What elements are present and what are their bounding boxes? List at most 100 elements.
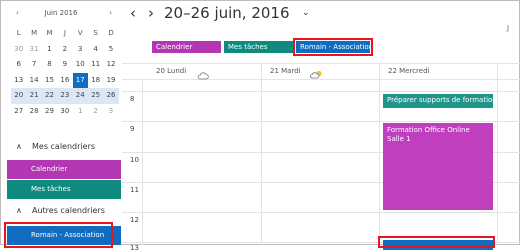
calendar-main: ‹ › 20–26 juin, 2016 ⌄ J Calendrier Mes … [122, 0, 520, 252]
chevron-down-icon[interactable]: ⌄ [302, 8, 310, 18]
mini-day[interactable]: 1 [42, 42, 57, 58]
mini-day[interactable]: 10 [73, 57, 88, 73]
hour-label: 9 [130, 125, 135, 133]
mini-day[interactable]: 7 [26, 57, 41, 73]
date-range-title[interactable]: 20–26 juin, 2016 [164, 4, 290, 22]
chevron-up-icon[interactable]: ∧ [16, 142, 22, 151]
mini-day[interactable]: 27 [11, 104, 26, 120]
time-grid: 8 9 10 11 12 13 Préparer supports de for… [122, 80, 520, 252]
day-divider [379, 80, 380, 245]
mini-prev-month-icon[interactable]: ‹ [16, 9, 19, 17]
mini-day[interactable]: 20 [11, 88, 26, 104]
calendar-item-mes-taches[interactable]: Mes tâches [7, 180, 121, 199]
chip-label: Mes tâches [228, 43, 268, 51]
hour-line [122, 121, 520, 122]
mini-day[interactable]: 8 [42, 57, 57, 73]
mini-day[interactable]: 30 [11, 42, 26, 58]
mini-day[interactable]: 14 [26, 73, 41, 89]
mini-week-row: 13 14 15 16 17 18 19 [11, 72, 119, 89]
hour-label: 12 [130, 216, 139, 224]
day-divider [379, 63, 380, 80]
mini-week-row: 6 7 8 9 10 11 12 [11, 57, 119, 73]
event-title: Préparer supports de formation [387, 96, 493, 104]
mini-day[interactable]: 25 [88, 88, 103, 104]
mini-calendar-nav: Juin 2016 ‹ › [4, 9, 118, 21]
mini-weekday: S [93, 29, 98, 37]
mini-day[interactable]: 23 [57, 88, 72, 104]
mini-day[interactable]: 5 [103, 42, 118, 58]
mini-day[interactable]: 3 [73, 42, 88, 58]
calendar-item-calendrier[interactable]: Calendrier [7, 160, 121, 179]
mini-weekday: L [16, 29, 21, 37]
day-header-bar: 20 Lundi 21 Mardi 22 Mercredi [122, 63, 520, 80]
highlight-box-sidebar [4, 222, 113, 248]
day-header-wednesday[interactable]: 22 Mercredi [388, 67, 429, 75]
mini-day[interactable]: 13 [11, 73, 26, 89]
calendar-item-label: Calendrier [31, 165, 68, 173]
day-divider [497, 63, 498, 80]
calendar-item-label: Mes tâches [31, 185, 71, 193]
mini-week-row: 27 28 29 30 1 2 3 [11, 104, 119, 120]
mini-day[interactable]: 21 [26, 88, 41, 104]
mini-day[interactable]: 26 [103, 88, 118, 104]
mini-day[interactable]: 15 [42, 73, 57, 89]
mini-day[interactable]: 16 [57, 73, 72, 89]
next-week-icon[interactable]: › [148, 4, 154, 22]
mini-day[interactable]: 28 [26, 104, 41, 120]
mini-day[interactable]: 9 [57, 57, 72, 73]
mini-weekday: J [63, 29, 66, 37]
mini-day[interactable]: 19 [103, 73, 118, 89]
mini-day[interactable]: 24 [73, 88, 88, 104]
hour-line [122, 91, 520, 92]
hour-line [122, 212, 520, 213]
other-calendars-header[interactable]: ∧ Autres calendriers [4, 206, 122, 220]
mini-day[interactable]: 2 [88, 104, 103, 120]
mini-calendar-month: Juin 2016 [44, 9, 78, 17]
mini-day[interactable]: 1 [73, 104, 88, 120]
calendar-chip-mes-taches[interactable]: Mes tâches [224, 41, 293, 53]
mini-calendar-grid: L M M J V S D 30 31 1 2 3 4 5 6 7 8 9 10… [11, 26, 119, 119]
my-calendars-header[interactable]: ∧ Mes calendriers [4, 142, 122, 156]
hour-label: 11 [130, 186, 139, 194]
sidebar: Juin 2016 ‹ › L M M J V S D 30 31 1 2 3 … [4, 0, 122, 245]
other-calendars-title: Autres calendriers [32, 206, 105, 215]
calendar-chip-calendrier[interactable]: Calendrier [152, 41, 221, 53]
mini-week-row: 30 31 1 2 3 4 5 [11, 42, 119, 58]
mini-day[interactable]: 22 [42, 88, 57, 104]
hour-label: 8 [130, 95, 135, 103]
hour-label: 13 [130, 244, 139, 252]
day-divider [497, 80, 498, 245]
mini-day[interactable]: 29 [42, 104, 57, 120]
highlight-box-event [378, 236, 495, 248]
highlight-box-chip [293, 38, 373, 56]
mini-day[interactable]: 12 [103, 57, 118, 73]
mini-weekday: M [46, 29, 53, 37]
time-column-divider [142, 80, 143, 245]
mini-day[interactable]: 6 [11, 57, 26, 73]
chevron-up-icon[interactable]: ∧ [16, 206, 22, 215]
mini-week-row-selected: 20 21 22 23 24 25 26 [11, 88, 119, 104]
mini-day[interactable]: 3 [103, 104, 118, 120]
chip-label: Calendrier [156, 43, 193, 51]
event-title: Formation Office Online [387, 126, 470, 134]
mini-day[interactable]: 30 [57, 104, 72, 120]
mini-day[interactable]: 2 [57, 42, 72, 58]
day-divider [261, 80, 262, 245]
day-header-monday[interactable]: 20 Lundi [156, 67, 186, 75]
toolbar-label-cut: J [507, 24, 510, 32]
mini-weekday-row: L M M J V S D [11, 26, 119, 42]
mini-next-month-icon[interactable]: › [109, 9, 112, 17]
mini-day-today[interactable]: 17 [72, 72, 88, 88]
mini-day[interactable]: 4 [88, 42, 103, 58]
mini-day[interactable]: 18 [88, 73, 103, 89]
mini-weekday: M [31, 29, 38, 37]
prev-week-icon[interactable]: ‹ [130, 4, 136, 22]
mini-weekday: V [77, 29, 83, 37]
hour-label: 10 [130, 156, 139, 164]
event-preparer-supports[interactable]: Préparer supports de formation [383, 94, 493, 108]
day-header-tuesday[interactable]: 21 Mardi [270, 67, 301, 75]
event-location: Salle 1 [387, 135, 411, 143]
mini-day[interactable]: 31 [26, 42, 41, 58]
mini-day[interactable]: 11 [88, 57, 103, 73]
event-formation-office-online[interactable]: Formation Office Online Salle 1 [383, 123, 493, 210]
